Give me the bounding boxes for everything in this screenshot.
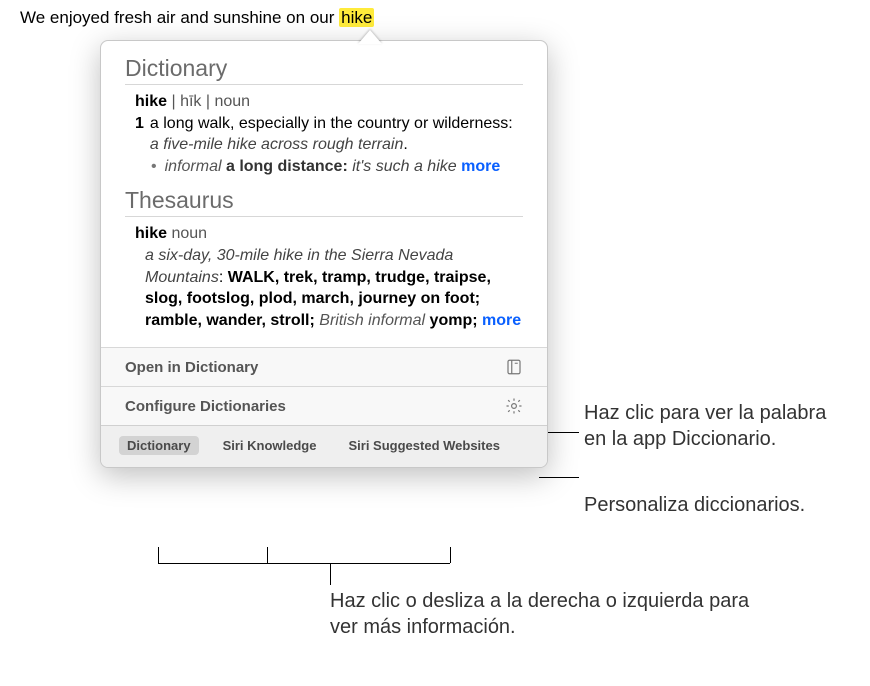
annotation-configure: Personaliza diccionarios. [584,492,844,518]
leader-tick [450,547,451,563]
dict-definition-row: 1 a long walk, especially in the country… [125,113,523,156]
dict-sub-label: informal [165,158,222,175]
popover-notch [358,30,382,44]
leader-line [539,477,579,478]
leader-tick [158,547,159,563]
source-tabbar: Dictionary Siri Knowledge Siri Suggested… [101,425,547,467]
source-sentence: We enjoyed fresh air and sunshine on our… [20,8,374,28]
open-in-dictionary-label: Open in Dictionary [125,359,258,376]
lookup-word[interactable]: hike [339,8,374,27]
open-in-dictionary-row[interactable]: Open in Dictionary [101,347,547,386]
tab-siri-websites[interactable]: Siri Suggested Websites [340,436,507,455]
tab-siri-knowledge[interactable]: Siri Knowledge [215,436,325,455]
thes-brit-label: British informal [319,312,425,329]
thes-more-link[interactable]: more [482,312,521,329]
lookup-popover: Dictionary hike | hīk | noun 1 a long wa… [100,40,548,468]
thes-lead-synonym: WALK [228,269,275,286]
configure-dictionaries-row[interactable]: Configure Dictionaries [101,386,547,425]
dict-def-number: 1 [135,113,144,156]
thes-pos: noun [171,225,207,242]
leader-tick [267,547,268,563]
leader-line [158,563,450,564]
popover-body: Dictionary hike | hīk | noun 1 a long wa… [101,41,547,347]
dict-headword: hike [135,93,167,110]
sentence-prefix: We enjoyed fresh air and sunshine on our [20,8,339,27]
gear-icon [505,397,523,415]
dict-pronunciation: | hīk | [171,93,210,110]
dict-sub-example: it's such a hike [352,158,456,175]
thesaurus-section-title: Thesaurus [125,187,523,217]
annotation-open-dictionary: Haz clic para ver la palabra en la app D… [584,400,844,452]
tab-dictionary[interactable]: Dictionary [119,436,199,455]
dict-sub-def: a long distance: [226,158,348,175]
dict-subsense-row: • informal a long distance: it's such a … [125,156,523,178]
annotation-tabs: Haz clic o desliza a la derecha o izquie… [330,588,760,640]
book-icon [505,358,523,376]
dict-def-body: a long walk, especially in the country o… [150,115,513,132]
dict-def-example: a five-mile hike across rough terrain [150,136,403,153]
dict-more-link[interactable]: more [461,158,500,175]
thesaurus-entry: hike noun a six-day, 30-mile hike in the… [125,223,523,331]
dictionary-entry: hike | hīk | noun 1 a long walk, especia… [125,91,523,177]
configure-dictionaries-label: Configure Dictionaries [125,398,286,415]
dict-def-text: a long walk, especially in the country o… [150,113,523,156]
thes-headword: hike [135,225,167,242]
thes-brit-syn: yomp; [425,312,482,329]
dict-pos: noun [214,93,250,110]
dictionary-section-title: Dictionary [125,55,523,85]
bullet-icon: • [151,156,157,178]
leader-tick [330,563,331,585]
